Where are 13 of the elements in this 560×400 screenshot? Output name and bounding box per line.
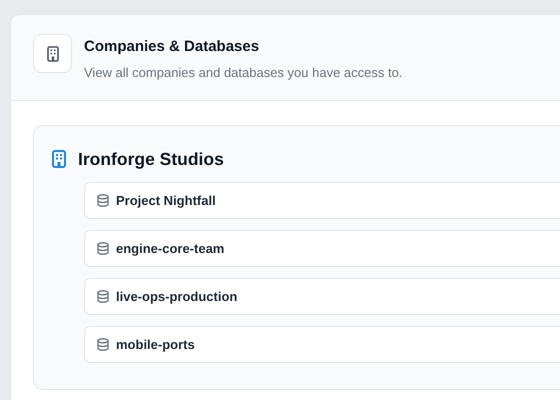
company-name: Ironforge Studios [78,148,224,171]
building-icon [46,46,58,62]
building-icon [52,150,66,168]
database-item[interactable]: mobile-ports [84,326,560,364]
database-icon [97,194,109,208]
database-item[interactable]: Project Nightfall [84,182,560,220]
page-subtitle: View all companies and databases you have access to. [84,64,402,82]
page-title: Companies & Databases [84,37,260,57]
database-item[interactable]: live-ops-production [84,278,560,316]
database-icon [97,290,109,304]
database-icon [97,242,109,256]
database-item[interactable]: engine-core-team [84,230,560,268]
database-icon [97,338,109,352]
